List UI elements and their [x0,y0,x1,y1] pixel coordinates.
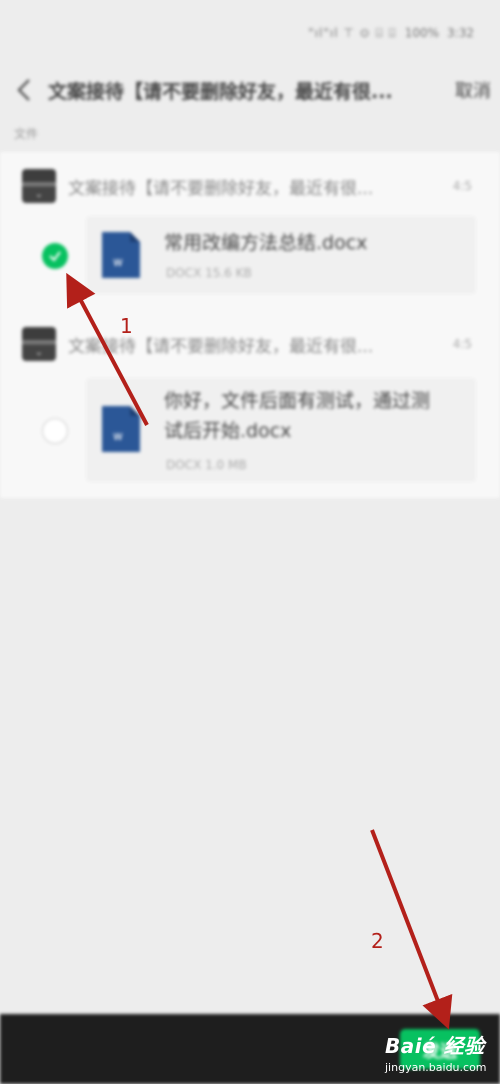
battery-level: 100% [404,26,440,40]
file-bubble[interactable]: w 常用改编方法总结.docx DOCX 15.6 KB [86,216,476,294]
status-bar: "ıl"ıl ⊤ ⊙ ⌸ ⌹ 100% 3:32 [0,0,500,66]
file-meta: DOCX 1.0 MB [166,458,247,472]
sender-name: 文案接待【请不要删除好友，最近有很... [68,178,374,199]
file-meta: DOCX 15.6 KB [166,266,252,280]
check-icon [49,251,61,262]
checkbox-unchecked[interactable] [42,418,68,444]
section-label: 文件 [14,127,39,141]
avatar: ⌄ [22,327,56,361]
chevron-left-icon[interactable] [0,66,48,114]
avatar: ⌄ [22,169,56,203]
svg-text:w: w [113,255,123,269]
chat-title: 文案接待【请不要删除好友，最近有很... [48,80,393,103]
file-list: ⌄ 文案接待【请不要删除好友，最近有很... 4:5 w 常用改编方法总结.do… [0,152,500,498]
list-item[interactable]: w 常用改编方法总结.docx DOCX 15.6 KB [0,216,500,294]
arrow-to-send-button [370,829,453,1030]
message-time: 4:5 [452,179,472,193]
annotation-label-2: 2 [371,929,384,953]
nav-bar: 文案接待【请不要删除好友，最近有很... 取消 [0,66,500,114]
file-name-line-2: 试后开始.docx [164,420,292,442]
sender-row: ⌄ 文案接待【请不要删除好友，最近有很... 4:5 [0,324,500,364]
checkbox-checked[interactable] [42,243,68,269]
sender-name: 文案接待【请不要删除好友，最近有很... [68,336,374,357]
signal-indicators: "ıl"ıl ⊤ ⊙ ⌸ ⌹ [308,25,397,40]
file-bubble[interactable]: w 你好，文件后面有测试，通过测 试后开始.docx DOCX 1.0 MB [86,378,476,482]
file-name: 常用改编方法总结.docx [164,232,368,254]
cancel-button[interactable]: 取消 [446,77,500,103]
bottom-bar: 发送 [0,1014,500,1084]
send-button[interactable]: 发送 [400,1029,480,1069]
sender-row: ⌄ 文案接待【请不要删除好友，最近有很... 4:5 [0,166,500,206]
list-item[interactable]: w 你好，文件后面有测试，通过测 试后开始.docx DOCX 1.0 MB [0,378,500,482]
message-time: 4:5 [452,337,472,351]
word-doc-icon: w [102,406,140,452]
word-doc-icon: w [102,232,140,278]
file-name-line-1: 你好，文件后面有测试，通过测 [164,390,431,412]
clock: 3:32 [447,26,474,40]
svg-text:w: w [113,429,123,443]
